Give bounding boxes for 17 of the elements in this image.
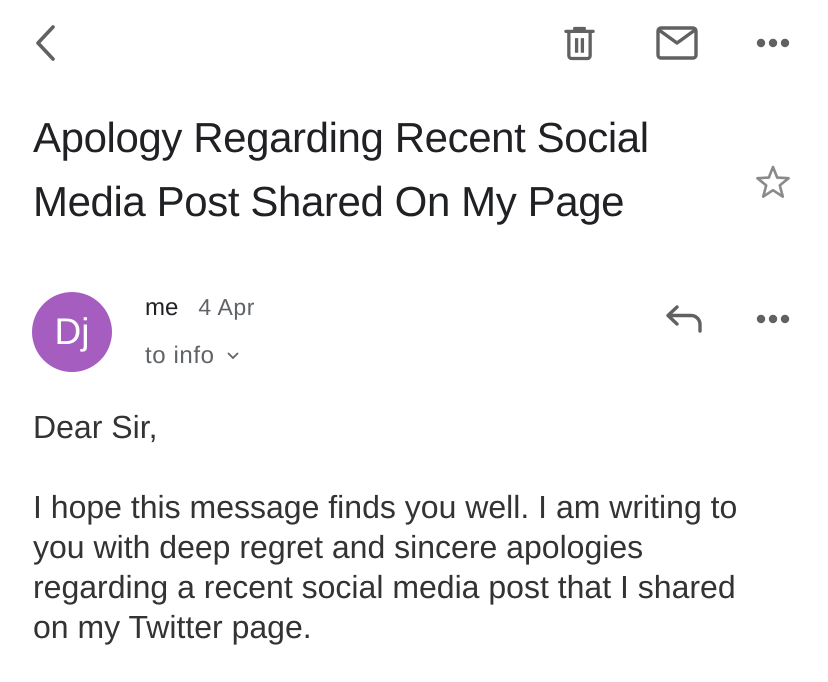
star-button[interactable] (754, 164, 792, 200)
sender-name: me (145, 293, 178, 323)
reply-icon (665, 305, 703, 333)
more-icon (756, 38, 790, 48)
chevron-icon (226, 352, 239, 360)
more-icon (756, 314, 790, 324)
envelope-icon (656, 26, 698, 60)
reply-button[interactable] (664, 304, 704, 334)
recipient-details[interactable]: to info (145, 338, 256, 374)
message-date: 4 Apr (198, 293, 256, 322)
back-icon (34, 25, 56, 61)
star-icon (755, 165, 791, 199)
email-subject: Apology Regarding Recent Social Media Post Shared On My Page (33, 113, 650, 227)
trash-icon (564, 25, 594, 61)
avatar: Dj (32, 292, 112, 372)
email-paragraph: I hope this message finds you well. I am writing to you with deep regret and sincere apologies regarding a recent social media post that I shared on my Twitter page. (33, 488, 738, 647)
email-greeting: Dear Sir, (33, 408, 158, 447)
